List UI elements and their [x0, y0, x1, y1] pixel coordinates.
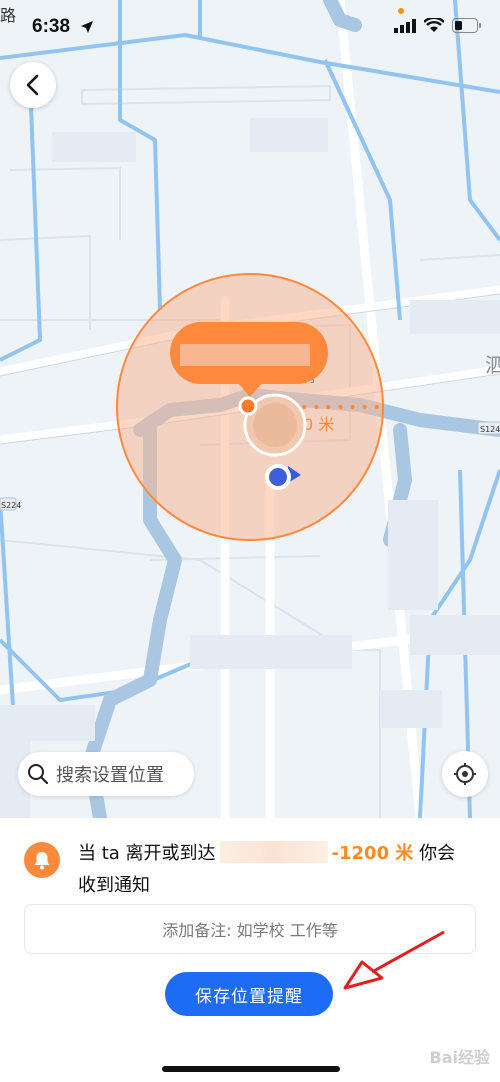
bell-icon — [34, 852, 50, 870]
search-location-input[interactable]: 搜索设置位置 — [18, 752, 194, 796]
location-arrow-icon — [81, 21, 93, 33]
chevron-left-icon — [26, 74, 39, 96]
notice-distance: -1200 米 — [331, 843, 414, 864]
bottom-panel: 当 ta 离开或到达 -1200 米 你会收到通知 添加备注: 如学校 工作等 保… — [0, 818, 500, 1082]
locate-me-button[interactable] — [442, 751, 488, 797]
save-location-reminder-button[interactable]: 保存位置提醒 — [165, 972, 333, 1016]
note-input[interactable]: 添加备注: 如学校 工作等 — [24, 904, 476, 954]
cellular-signal-icon — [394, 18, 416, 33]
wifi-icon — [424, 18, 444, 32]
crosshair-icon — [454, 763, 476, 785]
home-indicator — [162, 1066, 340, 1072]
status-icons — [394, 18, 482, 33]
map-place-char: 泗 — [485, 353, 500, 377]
road-badge-left: S224 — [1, 501, 21, 510]
privacy-dot-icon — [398, 8, 404, 14]
notice-row: 当 ta 离开或到达 -1200 米 你会收到通知 — [24, 838, 480, 902]
notice-prefix: 当 ta 离开或到达 — [78, 843, 216, 864]
search-icon — [28, 764, 48, 784]
search-placeholder: 搜索设置位置 — [56, 765, 164, 786]
status-bar: 路 6:38 — [0, 0, 500, 58]
back-button[interactable] — [10, 62, 56, 108]
blurred-location-name — [219, 841, 328, 863]
location-dot — [238, 396, 258, 416]
map-view[interactable]: S224 S124 泗 00 米 村 — [0, 0, 500, 818]
notice-text: 当 ta 离开或到达 -1200 米 你会收到通知 — [78, 838, 468, 902]
status-time: 6:38 — [32, 16, 71, 37]
watermark: Bai经验 — [429, 1048, 490, 1067]
note-placeholder: 添加备注: 如学校 工作等 — [162, 921, 338, 940]
battery-icon — [452, 18, 481, 33]
map-canvas: S224 S124 泗 00 米 村 — [0, 0, 500, 818]
map-partial-road-label: 路 — [0, 6, 17, 25]
screen: S224 S124 泗 00 米 村 — [0, 0, 500, 1082]
road-badge-right: S124 — [480, 425, 500, 434]
bell-badge — [24, 842, 60, 878]
